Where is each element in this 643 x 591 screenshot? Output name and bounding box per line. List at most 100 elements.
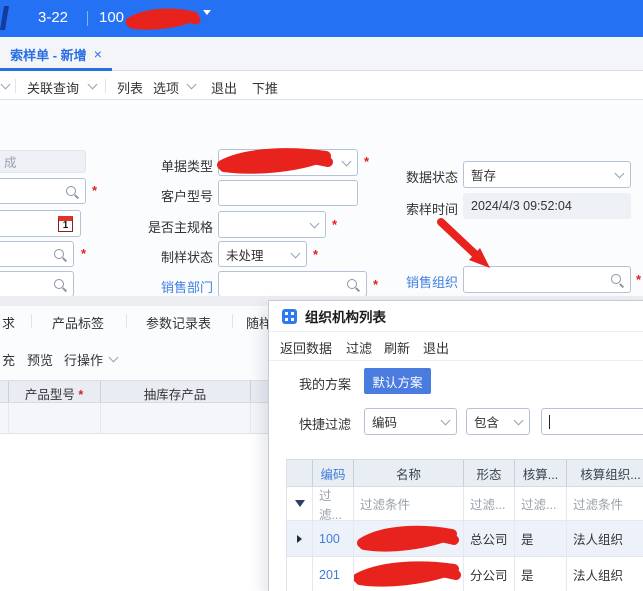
- action-fill[interactable]: 充: [2, 350, 15, 369]
- menu-exit[interactable]: 退出: [423, 338, 449, 357]
- form-header-area: 成 * 1 * 单据类型 * 客户型号 是否主规格 * 制样状态 未处理 * 销…: [0, 100, 643, 296]
- menu-filter[interactable]: 过滤: [346, 338, 372, 357]
- toolbar-divider: [15, 79, 16, 93]
- filter-cell-accounting-org[interactable]: 过滤条件: [567, 487, 643, 520]
- filter-cell-code[interactable]: 过滤...: [313, 487, 354, 520]
- dialog-menu-bar: 返回数据 过滤 刷新 退出: [269, 332, 643, 361]
- chevron-down-icon[interactable]: [310, 219, 320, 229]
- date-field[interactable]: 1: [0, 210, 81, 237]
- column-code[interactable]: 编码: [313, 460, 354, 486]
- chevron-down-icon[interactable]: [441, 416, 451, 426]
- column-accounting[interactable]: 核算...: [515, 460, 567, 486]
- quick-filter-field-value: 编码: [372, 412, 397, 431]
- org-name-cell-redacted: [354, 521, 464, 556]
- is-main-spec-select[interactable]: [218, 211, 326, 238]
- org-row-100[interactable]: 100 总公司 是 法人组织: [287, 521, 643, 557]
- lookup-field-1[interactable]: [0, 178, 86, 204]
- tab-sample-request-new[interactable]: 索样单 - 新增 ×: [0, 37, 112, 71]
- menu-return-data[interactable]: 返回数据: [280, 338, 332, 357]
- doc-type-select[interactable]: [218, 149, 358, 176]
- customer-model-input[interactable]: [218, 180, 358, 206]
- toolbar-item-exit[interactable]: 退出: [211, 78, 237, 97]
- sampling-status-select[interactable]: 未处理: [218, 241, 307, 267]
- detail-tab-product-label[interactable]: 产品标签: [52, 313, 104, 332]
- lookup-field-3[interactable]: [0, 271, 74, 297]
- action-row-operations[interactable]: 行操作: [64, 350, 103, 369]
- sample-time-label: 索样时间: [365, 199, 458, 218]
- data-status-label: 数据状态: [365, 167, 458, 186]
- org-row-201[interactable]: 201 分公司 是 法人组织: [287, 557, 643, 591]
- my-scheme-label: 我的方案: [299, 374, 351, 393]
- toolbar-item-push-down[interactable]: 下推: [252, 78, 278, 97]
- filter-cell-name[interactable]: 过滤条件: [354, 487, 464, 520]
- detail-tab-demand[interactable]: 求: [2, 313, 15, 332]
- filter-cell-accounting[interactable]: 过滤...: [515, 487, 567, 520]
- search-icon[interactable]: [53, 278, 66, 291]
- org-code-link[interactable]: 100: [313, 521, 354, 556]
- required-marker: *: [81, 246, 86, 261]
- row-indicator: [287, 557, 313, 591]
- doc-number-field: 成: [0, 150, 86, 173]
- app-window: 3-22 100 索样单 - 新增 × 关联查询 列表 选项 退出 下推 成 *: [0, 0, 643, 591]
- quick-filter-operator-select[interactable]: 包含: [466, 408, 530, 435]
- data-status-value: 暂存: [471, 165, 496, 184]
- quick-filter-operator-value: 包含: [474, 412, 499, 431]
- text-cursor: [549, 415, 550, 429]
- column-pull-stock-product[interactable]: 抽库存产品: [100, 384, 250, 403]
- sales-dept-label-link[interactable]: 销售部门: [120, 277, 213, 296]
- redaction-scribble: [354, 523, 462, 555]
- row-indicator-header: [287, 460, 313, 486]
- chevron-down-icon[interactable]: [187, 80, 197, 90]
- quick-filter-field-select[interactable]: 编码: [364, 408, 457, 435]
- default-scheme-button[interactable]: 默认方案: [364, 368, 431, 394]
- top-bar: 3-22 100: [0, 0, 643, 37]
- filter-cell-form[interactable]: 过滤...: [464, 487, 515, 520]
- lookup-field-2[interactable]: [0, 241, 74, 267]
- menu-refresh[interactable]: 刷新: [384, 338, 410, 357]
- org-grid-filter-row[interactable]: 过滤... 过滤条件 过滤... 过滤... 过滤条件: [287, 487, 643, 521]
- sample-time-field: 2024/4/3 09:52:04: [463, 193, 631, 219]
- chevron-down-icon[interactable]: [514, 416, 524, 426]
- search-icon[interactable]: [53, 248, 66, 261]
- toolbar-item-options[interactable]: 选项: [153, 78, 179, 97]
- sales-dept-lookup[interactable]: [218, 271, 367, 297]
- toolbar-overflow-chevron-icon[interactable]: [1, 80, 11, 90]
- topbar-divider: [87, 11, 88, 26]
- required-marker: *: [92, 183, 97, 198]
- chevron-down-icon[interactable]: [291, 248, 301, 258]
- search-icon[interactable]: [610, 273, 623, 286]
- sales-org-lookup[interactable]: [463, 266, 631, 293]
- column-product-model[interactable]: 产品型号 *: [8, 384, 100, 403]
- search-icon[interactable]: [65, 185, 78, 198]
- customer-model-label: 客户型号: [120, 186, 213, 205]
- sampling-status-value: 未处理: [226, 245, 264, 264]
- is-main-spec-label: 是否主规格: [108, 217, 213, 236]
- toolbar-item-list[interactable]: 列表: [117, 78, 143, 97]
- org-switcher-caret-icon[interactable]: [203, 15, 211, 30]
- action-preview[interactable]: 预览: [27, 350, 53, 369]
- column-accounting-org[interactable]: 核算组织...: [567, 460, 643, 486]
- chevron-down-icon[interactable]: [109, 353, 119, 363]
- topbar-date: 3-22: [38, 9, 68, 26]
- column-form[interactable]: 形态: [464, 460, 515, 486]
- chevron-down-icon[interactable]: [342, 157, 352, 167]
- tab-close-icon[interactable]: ×: [94, 47, 102, 61]
- toolbar-item-related-query[interactable]: 关联查询: [27, 78, 79, 97]
- tab-label: 索样单 - 新增: [10, 45, 87, 64]
- data-status-select[interactable]: 暂存: [463, 161, 631, 188]
- org-grid: 编码 名称 形态 核算... 核算组织... 过滤... 过滤条件 过滤... …: [286, 459, 643, 591]
- required-marker: *: [332, 217, 337, 232]
- calendar-icon[interactable]: 1: [58, 216, 73, 232]
- chevron-down-icon[interactable]: [615, 169, 625, 179]
- search-icon[interactable]: [346, 278, 359, 291]
- sales-org-label-link[interactable]: 销售组织: [365, 272, 458, 291]
- app-logo-icon: [0, 6, 9, 30]
- doc-number-fragment: 成: [4, 152, 17, 171]
- chevron-down-icon[interactable]: [88, 80, 98, 90]
- detail-tab-parameter-record[interactable]: 参数记录表: [146, 313, 211, 332]
- org-code-link[interactable]: 201: [313, 557, 354, 591]
- dialog-grid-icon: [282, 309, 297, 324]
- quick-filter-input[interactable]: [541, 408, 643, 435]
- column-name[interactable]: 名称: [354, 460, 464, 486]
- topbar-org-code[interactable]: 100: [99, 9, 124, 26]
